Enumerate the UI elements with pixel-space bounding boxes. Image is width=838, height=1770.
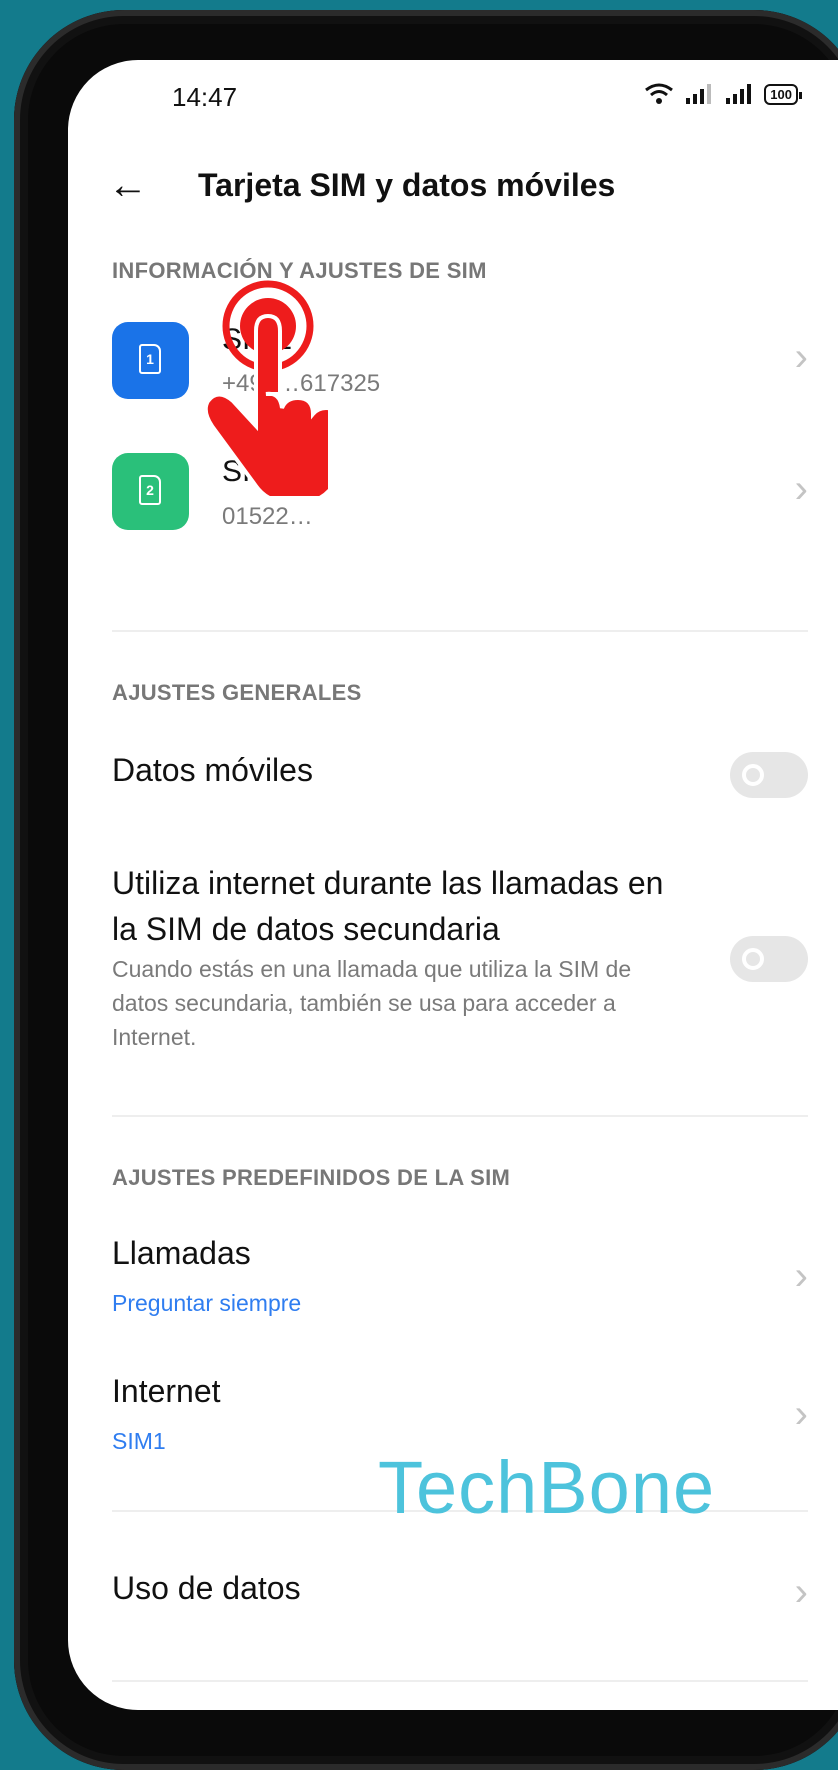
sim2-number: 01522…	[222, 503, 313, 530]
signal-icon-2	[726, 84, 752, 104]
internet-label: Internet	[112, 1373, 221, 1409]
mobile-data-label: Datos móviles	[112, 752, 313, 788]
divider	[112, 1680, 808, 1682]
secondary-data-description: Cuando estás en una llamada que utiliza …	[112, 956, 632, 1050]
status-icons: 100	[644, 82, 802, 106]
wifi-icon	[645, 83, 674, 104]
mobile-data-toggle[interactable]	[730, 752, 808, 798]
chevron-right-icon: ›	[794, 1392, 808, 1436]
secondary-data-title: Utiliza internet durante las llamadas en…	[112, 865, 664, 947]
section-label-general: AJUSTES GENERALES	[112, 680, 362, 705]
header: ← Tarjeta SIM y datos móviles	[108, 165, 615, 205]
calls-value: Preguntar siempre	[112, 1290, 302, 1316]
section-label-default: AJUSTES PREDEFINIDOS DE LA SIM	[112, 1165, 511, 1190]
data-usage-row[interactable]: Uso de datos ›	[68, 1560, 808, 1630]
secondary-data-toggle[interactable]	[730, 936, 808, 982]
chevron-right-icon: ›	[794, 335, 808, 379]
tap-hand-icon	[203, 280, 328, 496]
chevron-right-icon: ›	[794, 467, 808, 511]
back-arrow-icon[interactable]: ←	[108, 165, 168, 205]
calls-label: Llamadas	[112, 1235, 251, 1271]
status-bar: 14:47 100	[68, 72, 838, 122]
divider	[112, 630, 808, 632]
page-title: Tarjeta SIM y datos móviles	[198, 166, 616, 203]
status-time: 14:47	[172, 82, 238, 112]
internet-value: SIM1	[112, 1428, 166, 1454]
data-usage-label: Uso de datos	[112, 1570, 301, 1606]
divider	[112, 1115, 808, 1117]
chevron-right-icon: ›	[794, 1254, 808, 1298]
watermark-logo: TechBone	[378, 1446, 716, 1529]
calls-row[interactable]: Llamadas Preguntar siempre ›	[68, 1230, 808, 1330]
signal-icon-1	[686, 84, 712, 104]
battery-icon: 100	[764, 83, 802, 105]
chevron-right-icon: ›	[794, 1570, 808, 1614]
